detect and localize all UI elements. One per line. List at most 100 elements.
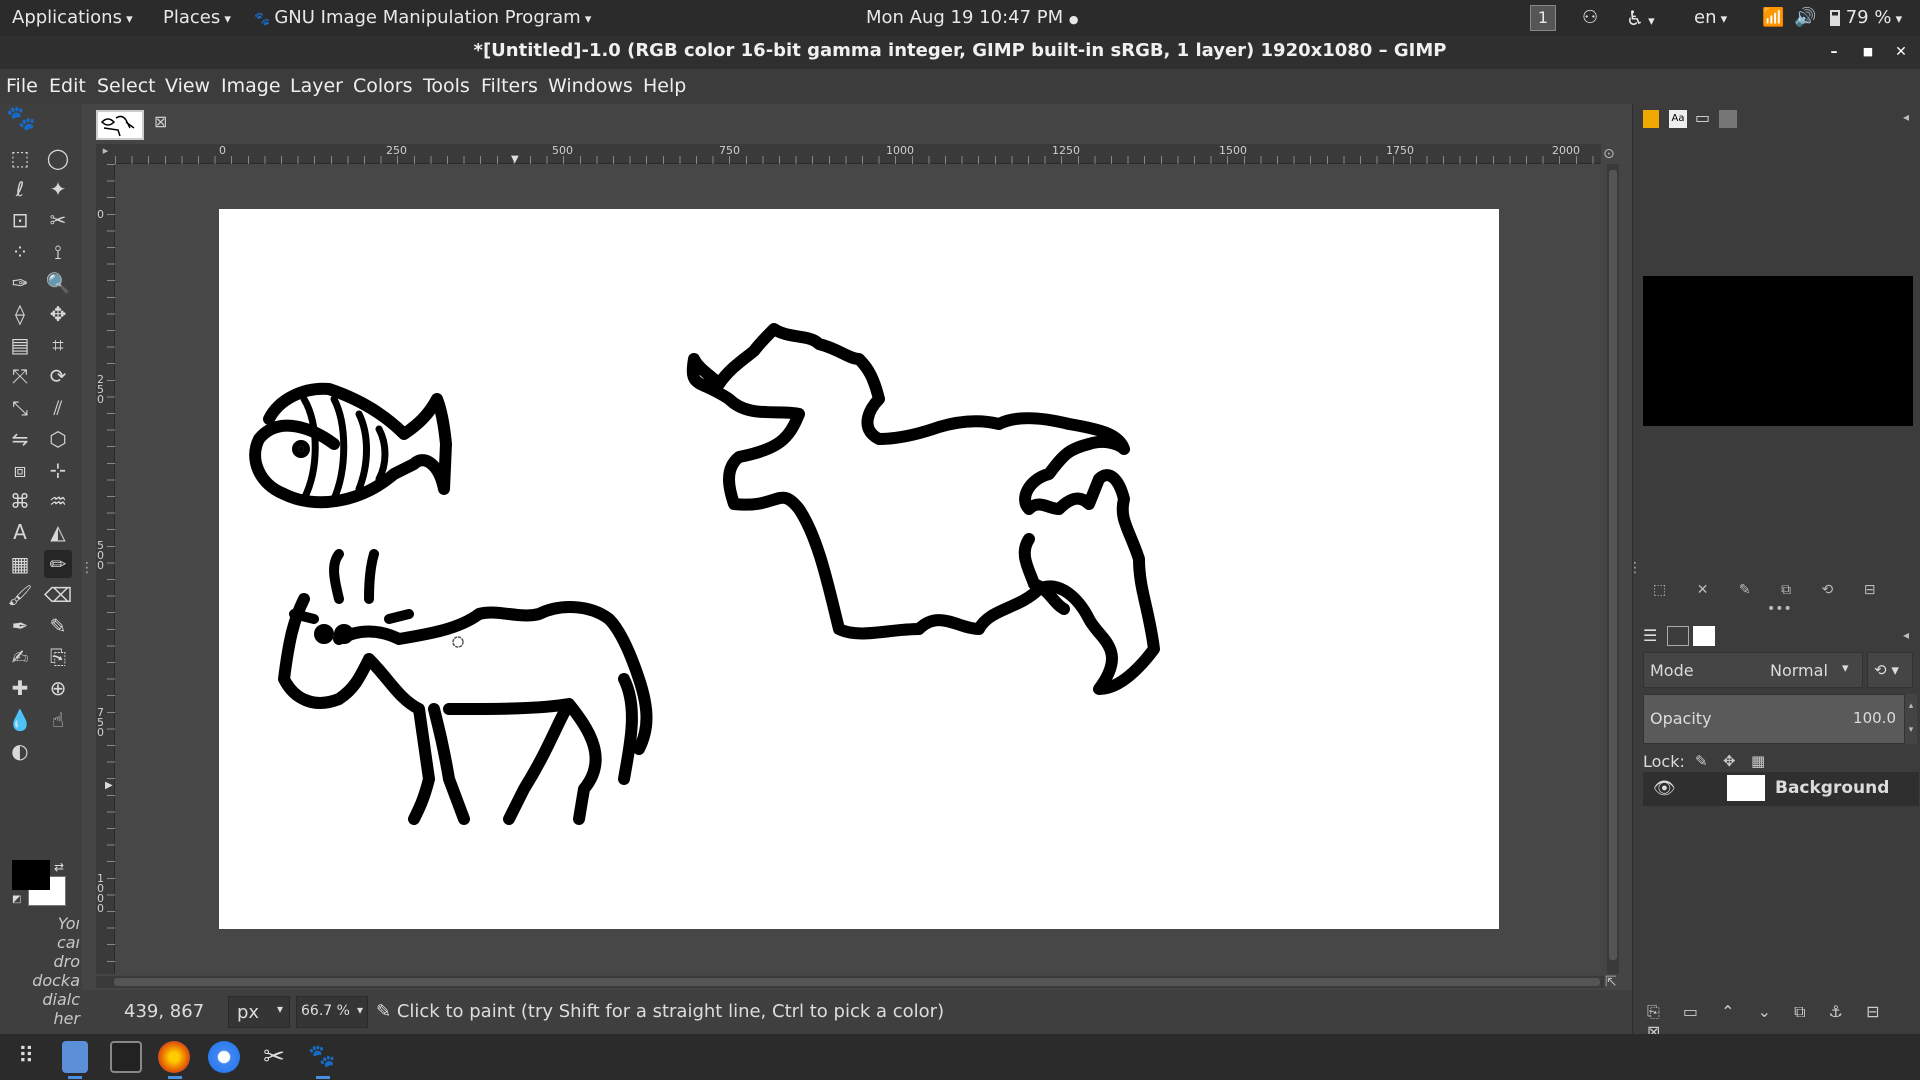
dock-resize-handle-icon[interactable]: ⋮ — [1628, 560, 1642, 576]
app-menu[interactable]: 🐾 GNU Image Manipulation Program — [254, 0, 591, 36]
swap-colors-icon[interactable]: ⇄ — [54, 860, 64, 874]
rotate-icon[interactable]: ⟳ — [44, 362, 72, 390]
by-color-select-icon[interactable]: ⁘ — [6, 238, 34, 266]
perspective-clone-icon[interactable]: ⊕ — [44, 674, 72, 702]
paths-tab-icon[interactable] — [1693, 626, 1715, 646]
volume-icon[interactable]: 🔊 — [1794, 0, 1816, 36]
menu-layer[interactable]: Layer — [290, 69, 343, 104]
tools-icon[interactable]: ✂ — [258, 1041, 290, 1073]
opacity-spinner[interactable]: ▴ ▾ — [1905, 694, 1917, 744]
menu-help[interactable]: Help — [643, 69, 686, 104]
image-canvas[interactable] — [219, 209, 1499, 929]
layer-name[interactable]: Background — [1775, 778, 1889, 798]
fuzzy-select-icon[interactable]: ✦ — [44, 175, 72, 203]
brush-preview[interactable] — [1643, 276, 1913, 426]
duplicate-brush-icon[interactable]: ⧉ — [1781, 582, 1791, 598]
clone-icon[interactable]: ⎘ — [44, 643, 72, 671]
paths-icon[interactable]: ⟟ — [44, 238, 72, 266]
delete-brush-icon[interactable]: ✕ — [1697, 582, 1709, 598]
measure-icon[interactable]: ⟠ — [6, 300, 34, 328]
wifi-icon[interactable]: 📶 — [1762, 0, 1784, 36]
app-grid-icon[interactable]: ⠿ — [10, 1041, 42, 1073]
airbrush-icon[interactable]: ✒ — [6, 612, 34, 640]
places-menu[interactable]: Places — [163, 0, 231, 36]
fonts-tab-icon[interactable]: Aa — [1669, 110, 1687, 128]
scissors-icon[interactable]: ✂ — [44, 206, 72, 234]
menu-edit[interactable]: Edit — [49, 69, 86, 104]
firefox-icon[interactable] — [158, 1041, 190, 1073]
visibility-eye-icon[interactable]: 👁 — [1653, 778, 1676, 799]
terminal-icon[interactable] — [110, 1041, 142, 1073]
rect-select-icon[interactable]: ⬚ — [6, 144, 34, 172]
3d-transform-icon[interactable]: ⧈ — [6, 456, 34, 484]
zoom-follow-icon[interactable]: ⊙ — [1603, 146, 1615, 162]
unit-select[interactable]: px ▾ — [228, 996, 290, 1028]
menu-view[interactable]: View — [165, 69, 210, 104]
layers-tab-icon[interactable]: ☰ — [1643, 626, 1657, 645]
menu-filters[interactable]: Filters — [481, 69, 538, 104]
zoom-select[interactable]: 66.7 % ▾ — [296, 996, 368, 1028]
move-icon[interactable]: ✥ — [44, 300, 72, 328]
layer-mode-select[interactable]: Mode Normal ▾ — [1643, 652, 1863, 688]
document-history-tab-icon[interactable]: ▭ — [1695, 108, 1710, 127]
handle-transform-icon[interactable]: ⊹ — [44, 456, 72, 484]
applications-menu[interactable]: Applications — [12, 0, 133, 36]
horizontal-ruler[interactable]: 0 250 500 750 1000 1250 1500 1750 2000 ▼ — [115, 144, 1601, 165]
close-image-tab-icon[interactable]: ⊠ — [154, 112, 167, 131]
dock-menu-icon[interactable]: ◂ — [1903, 110, 1909, 124]
screen-share-icon[interactable]: ⚇ — [1582, 0, 1598, 36]
language-indicator[interactable]: en — [1694, 0, 1727, 36]
minimize-button[interactable]: – — [1824, 42, 1844, 62]
lock-alpha-icon[interactable]: ▦ — [1751, 752, 1765, 770]
vertical-scrollbar[interactable] — [1607, 164, 1619, 974]
unified-transform-icon[interactable]: ⤧ — [6, 362, 34, 390]
navigate-icon[interactable]: ⇱ — [1605, 974, 1617, 990]
pencil-icon[interactable]: ✏ — [44, 549, 72, 578]
maximize-button[interactable]: ■ — [1858, 42, 1878, 62]
composite-mode-select[interactable]: ⟲ ▾ — [1867, 652, 1913, 688]
image-tab-thumbnail[interactable] — [96, 110, 144, 140]
paintbrush-icon[interactable]: 🖌 — [6, 581, 34, 609]
blur-icon[interactable]: 💧 — [6, 706, 34, 734]
merge-layer-icon[interactable]: ⊟ — [1866, 1002, 1879, 1021]
open-brush-icon[interactable]: ⊟ — [1864, 582, 1876, 598]
menu-windows[interactable]: Windows — [548, 69, 633, 104]
align-icon[interactable]: ▤ — [6, 331, 34, 359]
images-tab-icon[interactable] — [1719, 110, 1737, 128]
ink-icon[interactable]: ✎ — [44, 612, 72, 640]
horizontal-scrollbar[interactable] — [96, 976, 1604, 988]
new-brush-icon[interactable]: ⬚ — [1653, 582, 1666, 598]
smudge-icon[interactable]: ☝ — [44, 706, 72, 734]
raise-layer-icon[interactable]: ⌃ — [1721, 1002, 1734, 1021]
clock[interactable]: Mon Aug 19 10:47 PM ● — [866, 0, 1079, 36]
cage-transform-icon[interactable]: ⌘ — [6, 487, 34, 515]
lock-pixels-icon[interactable]: ✎ — [1695, 752, 1708, 770]
eraser-icon[interactable]: ⌫ — [44, 581, 72, 609]
close-button[interactable]: ✕ — [1891, 42, 1911, 62]
warp-transform-icon[interactable]: ♒ — [44, 487, 72, 515]
default-colors-icon[interactable]: ◩ — [12, 894, 21, 905]
mypaint-brush-icon[interactable]: ✍ — [6, 643, 34, 671]
color-picker-icon[interactable]: ✑ — [6, 269, 34, 297]
crop-icon[interactable]: ⌗ — [44, 331, 72, 359]
menu-select[interactable]: Select — [97, 69, 156, 104]
menu-colors[interactable]: Colors — [353, 69, 413, 104]
bucket-fill-icon[interactable]: ◭ — [44, 518, 72, 546]
lock-position-icon[interactable]: ✥ — [1723, 752, 1736, 770]
gradient-icon[interactable]: ▦ — [6, 550, 34, 578]
perspective-icon[interactable]: ⬡ — [44, 425, 72, 453]
channels-tab-icon[interactable] — [1667, 626, 1689, 646]
vertical-scroll-thumb[interactable] — [1609, 170, 1617, 960]
foreground-select-icon[interactable]: ⊡ — [6, 206, 34, 234]
shear-icon[interactable]: ⫽ — [44, 394, 72, 422]
horizontal-scroll-thumb[interactable] — [114, 978, 1600, 986]
edit-brush-icon[interactable]: ✎ — [1739, 582, 1751, 598]
chromium-icon[interactable] — [208, 1041, 240, 1073]
scale-icon[interactable]: ⤡ — [6, 394, 34, 422]
new-layer-icon[interactable]: ⎘ — [1647, 1002, 1660, 1021]
brushes-tab-icon[interactable] — [1643, 110, 1659, 128]
text-icon[interactable]: A — [6, 518, 34, 546]
duplicate-layer-icon[interactable]: ⧉ — [1794, 1002, 1805, 1021]
menu-tools[interactable]: Tools — [423, 69, 470, 104]
menu-file[interactable]: File — [6, 69, 38, 104]
